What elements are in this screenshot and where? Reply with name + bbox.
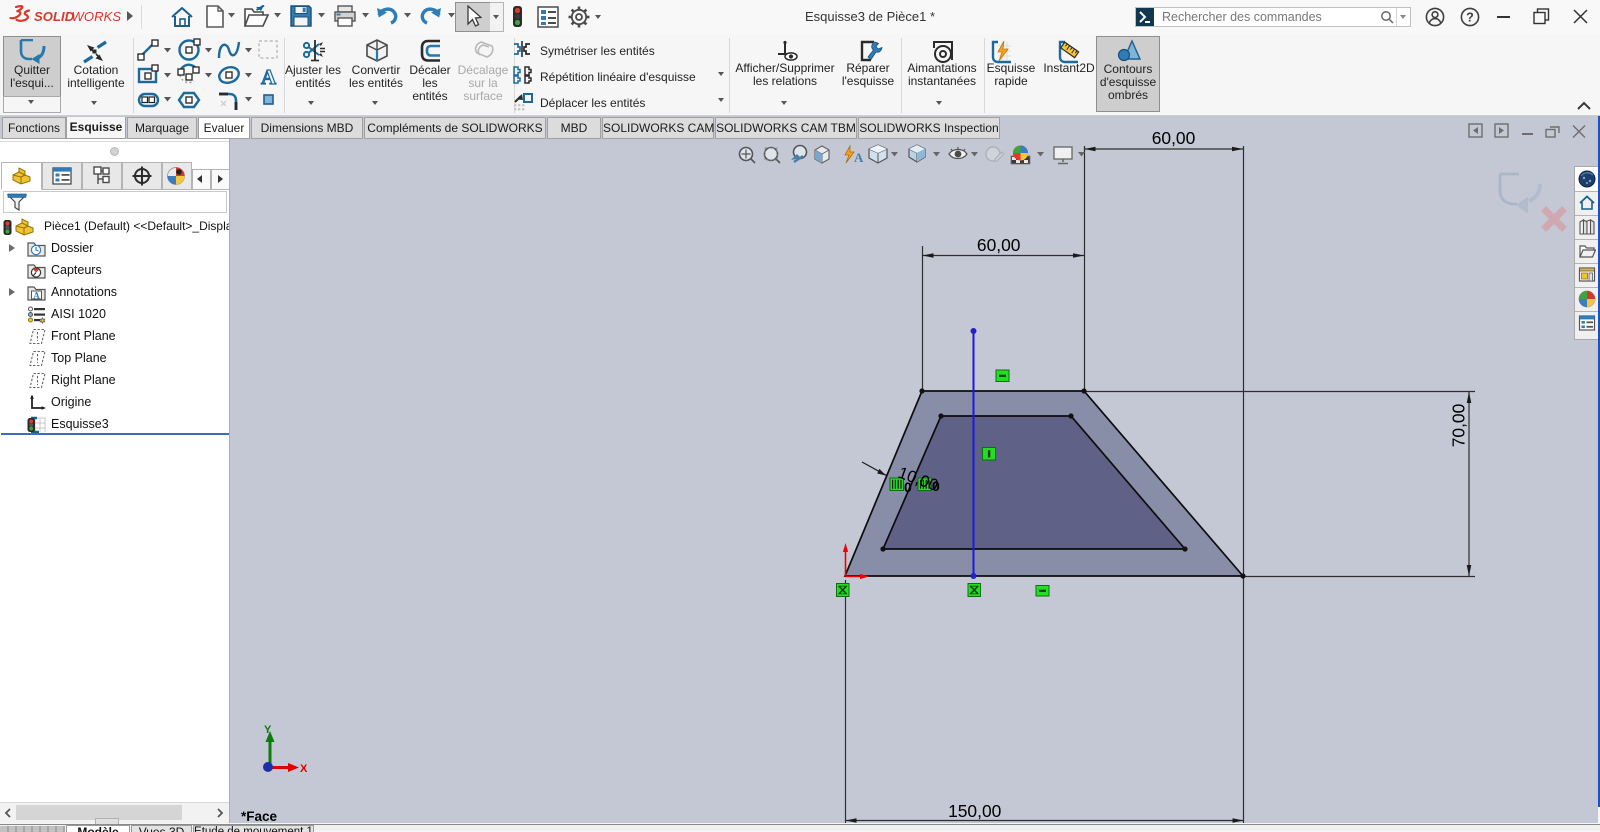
svg-text:*Face: *Face <box>241 809 278 824</box>
svg-text:WORKS: WORKS <box>72 9 122 24</box>
svg-text:X: X <box>300 763 308 775</box>
svg-text:60,00: 60,00 <box>1152 128 1196 148</box>
svg-text:Y: Y <box>264 724 272 736</box>
svg-text:?: ? <box>1466 11 1474 25</box>
svg-text:0: 0 <box>904 479 912 495</box>
svg-text:60,00: 60,00 <box>977 235 1021 255</box>
svg-text:0: 0 <box>932 478 940 494</box>
svg-text:SOLID: SOLID <box>34 9 75 24</box>
svg-text:150,00: 150,00 <box>948 801 1001 821</box>
svg-text:70,00: 70,00 <box>1449 404 1469 448</box>
svg-text:A: A <box>33 291 40 301</box>
svg-text:A: A <box>854 150 864 165</box>
svg-text:A: A <box>261 65 277 89</box>
